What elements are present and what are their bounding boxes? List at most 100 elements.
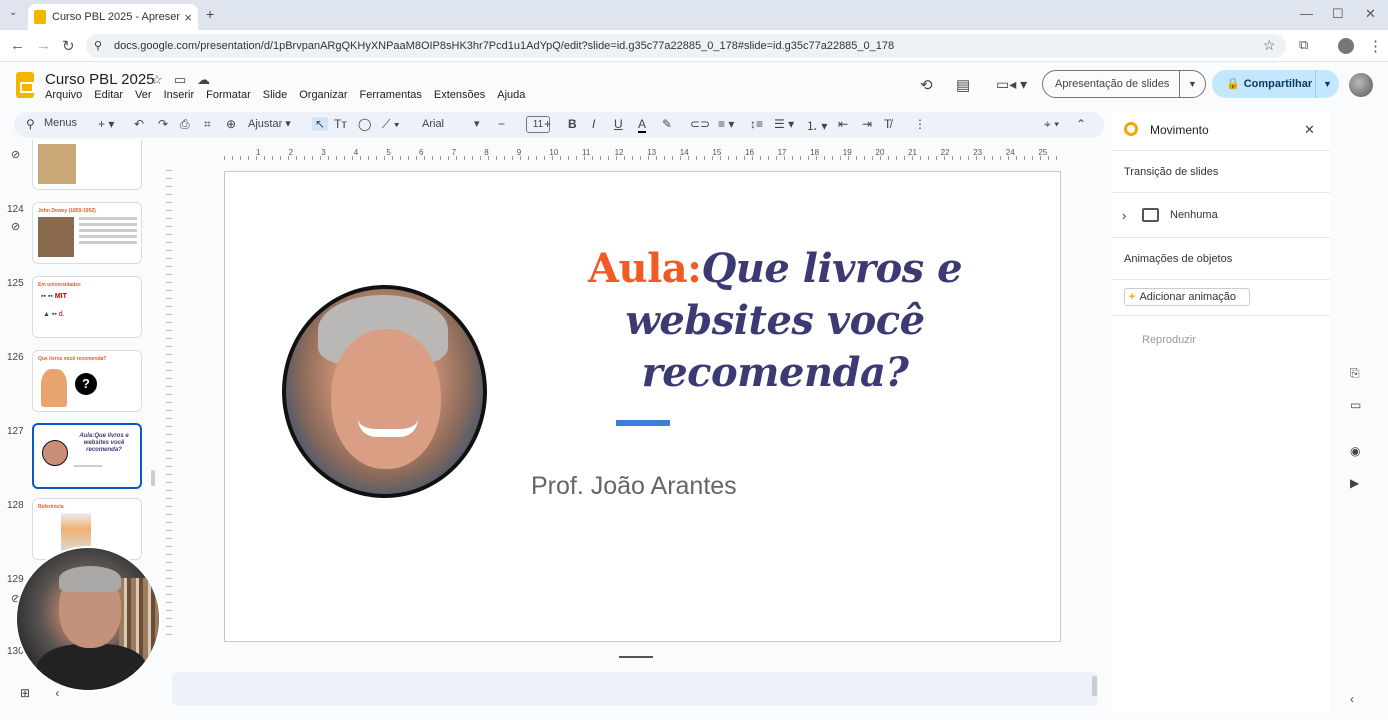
menu-slide[interactable]: Slide — [263, 89, 287, 101]
menu-ver[interactable]: Ver — [135, 89, 152, 101]
decrease-font-icon[interactable]: − — [498, 117, 505, 131]
bold-icon[interactable]: B — [568, 117, 577, 131]
star-icon[interactable]: ☆ — [151, 72, 163, 88]
comments-icon[interactable]: ▤ — [956, 76, 970, 94]
menu-extensoes[interactable]: Extensões — [434, 89, 485, 101]
grid-view-icon[interactable]: ⊞ — [20, 686, 30, 700]
slideshow-dropdown-icon[interactable]: ▼ — [1179, 71, 1205, 97]
new-slide-icon[interactable]: + ▾ — [98, 117, 114, 131]
increase-font-icon[interactable]: + — [544, 117, 551, 131]
share-button[interactable]: 🔒 Compartilhar ▼ — [1212, 70, 1339, 98]
collapse-filmstrip-icon[interactable]: ‹ — [55, 686, 59, 700]
transition-value[interactable]: Nenhuma — [1170, 209, 1218, 221]
browser-tab[interactable]: Curso PBL 2025 - Apresentaçõ × — [28, 4, 198, 30]
account-avatar[interactable] — [1349, 73, 1373, 97]
video-icon[interactable]: ▶ — [1350, 476, 1359, 490]
folder-icon[interactable]: ▭ — [1350, 398, 1361, 412]
editing-toolbar: ⚲ Menus + ▾ ↶ ↷ ⎙ ⌗ ⊕ Ajustar ▾ ↖ Tт ◯ ⟋… — [14, 112, 1104, 138]
version-history-icon[interactable]: ⟲ — [920, 76, 933, 94]
select-tool-icon[interactable]: ↖ — [312, 117, 329, 131]
undo-icon[interactable]: ↶ — [134, 117, 144, 131]
accent-bar[interactable] — [616, 420, 670, 426]
webcam-overlay[interactable] — [15, 546, 161, 692]
print-icon[interactable]: ⎙ — [180, 117, 190, 132]
collapse-toolbar-icon[interactable]: ⌃ — [1076, 117, 1086, 131]
decrease-indent-icon[interactable]: ⇤ — [838, 117, 848, 131]
play-button[interactable]: Reproduzir — [1142, 334, 1196, 346]
browser-menu-icon[interactable]: ⋮ — [1368, 37, 1383, 55]
add-animation-button[interactable]: + Adicionar animação — [1124, 288, 1250, 306]
text-color-icon[interactable]: A — [638, 117, 647, 133]
italic-icon[interactable]: I — [592, 117, 595, 131]
share-dropdown-icon[interactable]: ▼ — [1315, 70, 1339, 98]
filmstrip-scrollbar[interactable] — [151, 470, 155, 486]
line-spacing-icon[interactable]: ↕≡ — [750, 117, 763, 131]
menu-inserir[interactable]: Inserir — [164, 89, 195, 101]
menu-organizar[interactable]: Organizar — [299, 89, 347, 101]
close-panel-icon[interactable]: ✕ — [1304, 122, 1315, 138]
presenter-name[interactable]: Prof. João Arantes — [531, 472, 737, 501]
numbered-list-icon[interactable]: ⒈ ▾ — [806, 117, 827, 134]
record-icon[interactable]: ◉ — [1350, 444, 1360, 458]
slide-thumbnail-123[interactable] — [32, 140, 142, 190]
text-box-icon[interactable]: Tт — [334, 117, 347, 131]
menu-ferramentas[interactable]: Ferramentas — [360, 89, 422, 101]
presenter-photo[interactable] — [282, 285, 487, 498]
slide-title[interactable]: Aula:Que livros e websites você recomend… — [565, 243, 985, 399]
paint-format-icon[interactable]: ⌗ — [204, 117, 211, 132]
speaker-notes[interactable] — [172, 672, 1098, 706]
meet-icon[interactable]: ▭◂ ▾ — [996, 76, 1027, 93]
keep-icon[interactable]: ⎘ — [1350, 366, 1360, 381]
slide-thumbnail-126[interactable]: Que livros você recomenda? ? — [32, 350, 142, 412]
close-tab-icon[interactable]: × — [184, 10, 192, 25]
menu-formatar[interactable]: Formatar — [206, 89, 251, 101]
canvas-scrollbar[interactable] — [1092, 676, 1097, 696]
ruler-ticks — [224, 156, 1060, 160]
link-icon[interactable]: ⊂⊃ — [690, 117, 710, 131]
more-options-icon[interactable]: ⋮ — [914, 117, 926, 131]
menu-arquivo[interactable]: Arquivo — [45, 89, 82, 101]
chevron-right-icon[interactable]: › — [1122, 208, 1126, 223]
site-info-icon[interactable]: ⚲ — [94, 34, 102, 58]
forward-icon[interactable]: → — [36, 37, 51, 54]
font-select[interactable]: Arial ▾ — [422, 117, 480, 130]
slide-thumbnail-125[interactable]: Em universidades ▪▪ ▪▪ MIT ▲ ▪▪ d. — [32, 276, 142, 338]
slide-thumbnail-124[interactable]: John Dewey (1859-1952) — [32, 202, 142, 264]
maximize-icon[interactable]: ☐ — [1332, 6, 1344, 22]
line-icon[interactable]: ⟋ ▾ — [382, 117, 400, 132]
slide-thumbnail-127[interactable]: Aula:Que livros e websites você recomend… — [32, 423, 142, 489]
notes-resize-handle[interactable] — [619, 656, 653, 658]
menu-editar[interactable]: Editar — [94, 89, 123, 101]
horizontal-ruler: 1 2 3 4 5 6 7 8 9 10 11 12 13 14 15 16 17 18 19 20 21 22 23 24 2… — [224, 148, 1064, 160]
redo-icon[interactable]: ↷ — [158, 117, 168, 131]
align-icon[interactable]: ≡ ▾ — [718, 117, 734, 131]
zoom-icon[interactable]: ⊕ — [226, 117, 236, 131]
tab-search-icon[interactable]: ⌄ — [9, 7, 17, 18]
increase-indent-icon[interactable]: ⇥ — [862, 117, 872, 131]
minimize-icon[interactable]: — — [1300, 6, 1313, 21]
slideshow-button[interactable]: Apresentação de slides ▼ — [1042, 70, 1206, 98]
document-title[interactable]: Curso PBL 2025 — [45, 71, 155, 88]
profile-avatar[interactable] — [1338, 38, 1354, 54]
slides-logo-icon[interactable] — [16, 72, 34, 98]
bookmark-star-icon[interactable]: ☆ — [1263, 37, 1276, 54]
bulleted-list-icon[interactable]: ☰ ▾ — [774, 117, 794, 131]
search-menus-label[interactable]: Menus — [44, 117, 77, 129]
url-field[interactable]: ⚲ docs.google.com/presentation/d/1pBrvpa… — [86, 34, 1286, 58]
reload-icon[interactable]: ↻ — [62, 37, 75, 55]
edit-mode-icon[interactable]: ⌖ ▾ — [1044, 117, 1059, 132]
clear-formatting-icon[interactable]: T̸ — [884, 117, 891, 131]
shape-icon[interactable]: ◯ — [358, 117, 371, 131]
move-folder-icon[interactable]: ▭ — [174, 72, 186, 88]
underline-icon[interactable]: U — [614, 117, 623, 131]
cloud-status-icon[interactable]: ☁ — [197, 72, 210, 88]
menu-ajuda[interactable]: Ajuda — [497, 89, 525, 101]
expand-side-icon[interactable]: ‹ — [1350, 692, 1354, 706]
search-menus-icon[interactable]: ⚲ — [26, 117, 35, 131]
back-icon[interactable]: ← — [10, 37, 25, 54]
new-tab-icon[interactable]: + — [206, 6, 214, 22]
extensions-icon[interactable]: ⧉ — [1299, 37, 1308, 53]
zoom-select[interactable]: Ajustar ▾ — [248, 117, 291, 130]
highlight-icon[interactable]: ✎ — [662, 117, 672, 131]
close-window-icon[interactable]: ✕ — [1365, 6, 1376, 22]
